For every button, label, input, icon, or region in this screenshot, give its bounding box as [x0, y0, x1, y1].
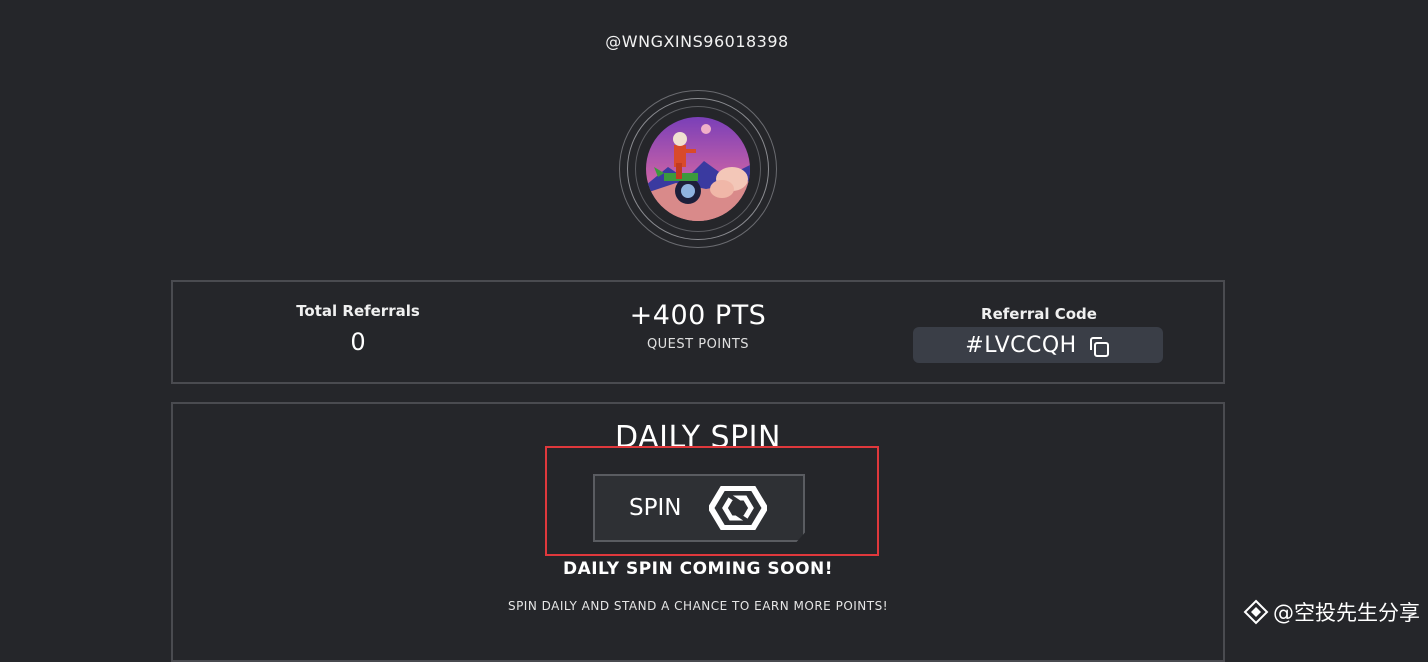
avatar-container — [619, 90, 777, 248]
referral-code-stat: Referral Code #LVCCQH — [913, 305, 1165, 363]
quest-points-stat: +400 PTS QUEST POINTS — [593, 300, 803, 352]
watermark: @空投先生分享 — [1243, 597, 1420, 627]
daily-spin-coming-soon: DAILY SPIN COMING SOON! — [562, 559, 834, 579]
highlight-annotation — [545, 446, 879, 556]
watermark-text: @空投先生分享 — [1273, 601, 1420, 625]
total-referrals-stat: Total Referrals 0 — [273, 302, 443, 356]
quest-points-value: +400 PTS — [629, 300, 767, 331]
avatar-image — [646, 117, 750, 221]
referral-code-value: #LVCCQH — [965, 332, 1077, 358]
binance-square-icon — [1243, 599, 1269, 625]
copy-icon[interactable] — [1087, 335, 1111, 359]
daily-spin-description: SPIN DAILY AND STAND A CHANCE TO EARN MO… — [507, 599, 889, 613]
referral-code-copy-button[interactable]: #LVCCQH — [913, 327, 1163, 363]
quest-points-label: QUEST POINTS — [646, 337, 750, 352]
total-referrals-label: Total Referrals — [296, 302, 420, 320]
username: @WNGXINS96018398 — [605, 32, 789, 51]
referral-code-label: Referral Code — [981, 305, 1097, 323]
stats-panel: Total Referrals 0 +400 PTS QUEST POINTS … — [171, 280, 1225, 384]
avatar — [646, 117, 750, 221]
total-referrals-value: 0 — [350, 328, 366, 356]
